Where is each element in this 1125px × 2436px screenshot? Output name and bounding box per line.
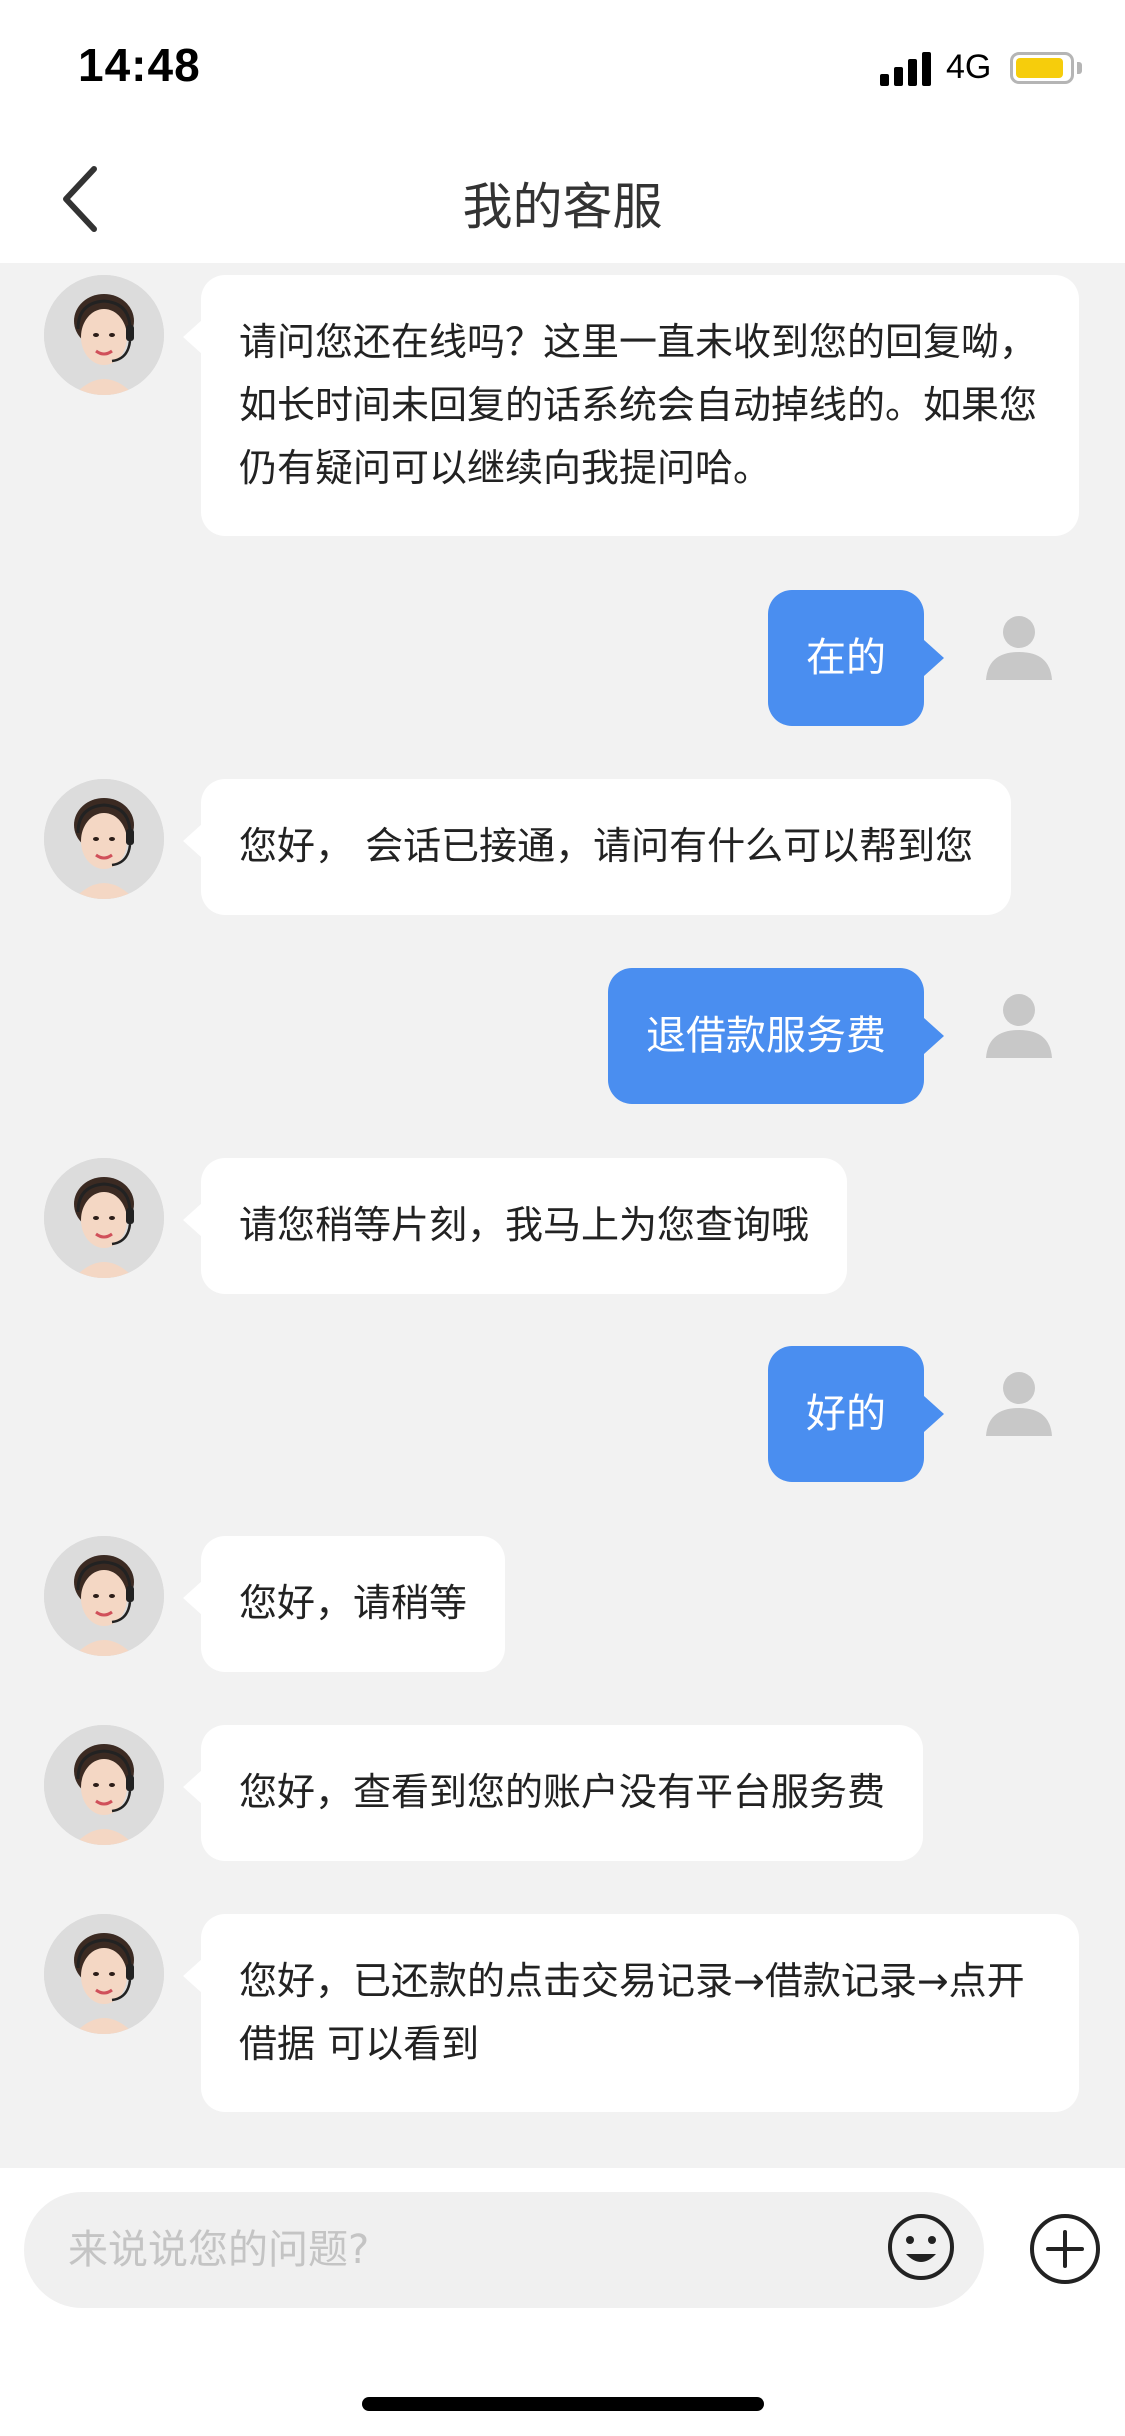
battery-fill [1016,58,1063,78]
agent-message: 您好，已还款的点击交易记录→借款记录→点开借据 可以看到 [183,1914,1079,2112]
network-type: 4G [946,48,992,86]
plus-circle-icon [1030,2214,1100,2284]
agent-message: 您好，请稍等 [182,1536,506,1672]
user-placeholder-icon [986,1372,1052,1436]
agent-avatar [44,1158,164,1278]
agent-avatar [44,779,164,899]
agent-portrait-icon [44,1158,164,1278]
nav-bar: 我的客服 [0,135,1125,263]
user-message: 退借款服务费 [608,968,944,1104]
user-placeholder-icon [986,616,1052,680]
agent-avatar [44,275,164,395]
battery-icon [1010,52,1074,84]
agent-message: 请问您还在线吗？这里一直未收到您的回复呦，如长时间未回复的话系统会自动掉线的。如… [183,275,1079,536]
plus-button[interactable] [1028,2212,1102,2286]
user-placeholder-icon [986,994,1052,1058]
agent-message: 请您稍等片刻，我马上为您查询哦 [182,1158,848,1294]
chat-messages[interactable]: 请问您还在线吗？这里一直未收到您的回复呦，如长时间未回复的话系统会自动掉线的。如… [0,263,1125,2168]
agent-message: 您好， 会话已接通，请问有什么可以帮到您 [182,779,1012,915]
agent-avatar [44,1914,164,2034]
home-indicator[interactable] [362,2397,764,2411]
message-input[interactable] [24,2192,984,2308]
user-avatar [982,1366,1056,1440]
agent-portrait-icon [44,1536,164,1656]
agent-avatar [44,1725,164,1845]
user-message: 好的 [768,1346,944,1482]
user-avatar [982,610,1056,684]
smiley-icon [888,2214,954,2280]
agent-portrait-icon [44,275,164,395]
battery-cap [1077,62,1082,74]
page-title: 我的客服 [462,178,663,236]
status-time: 14:48 [78,39,201,91]
user-message: 在的 [768,590,944,726]
emoji-button[interactable] [886,2212,956,2282]
agent-message: 您好，查看到您的账户没有平台服务费 [182,1725,924,1861]
input-bar [0,2168,1125,2436]
agent-portrait-icon [44,1914,164,2034]
status-bar: 14:48 4G [0,0,1125,135]
agent-portrait-icon [44,779,164,899]
agent-portrait-icon [44,1725,164,1845]
agent-avatar [44,1536,164,1656]
signal-strength-icon [880,50,936,86]
user-avatar [982,988,1056,1062]
